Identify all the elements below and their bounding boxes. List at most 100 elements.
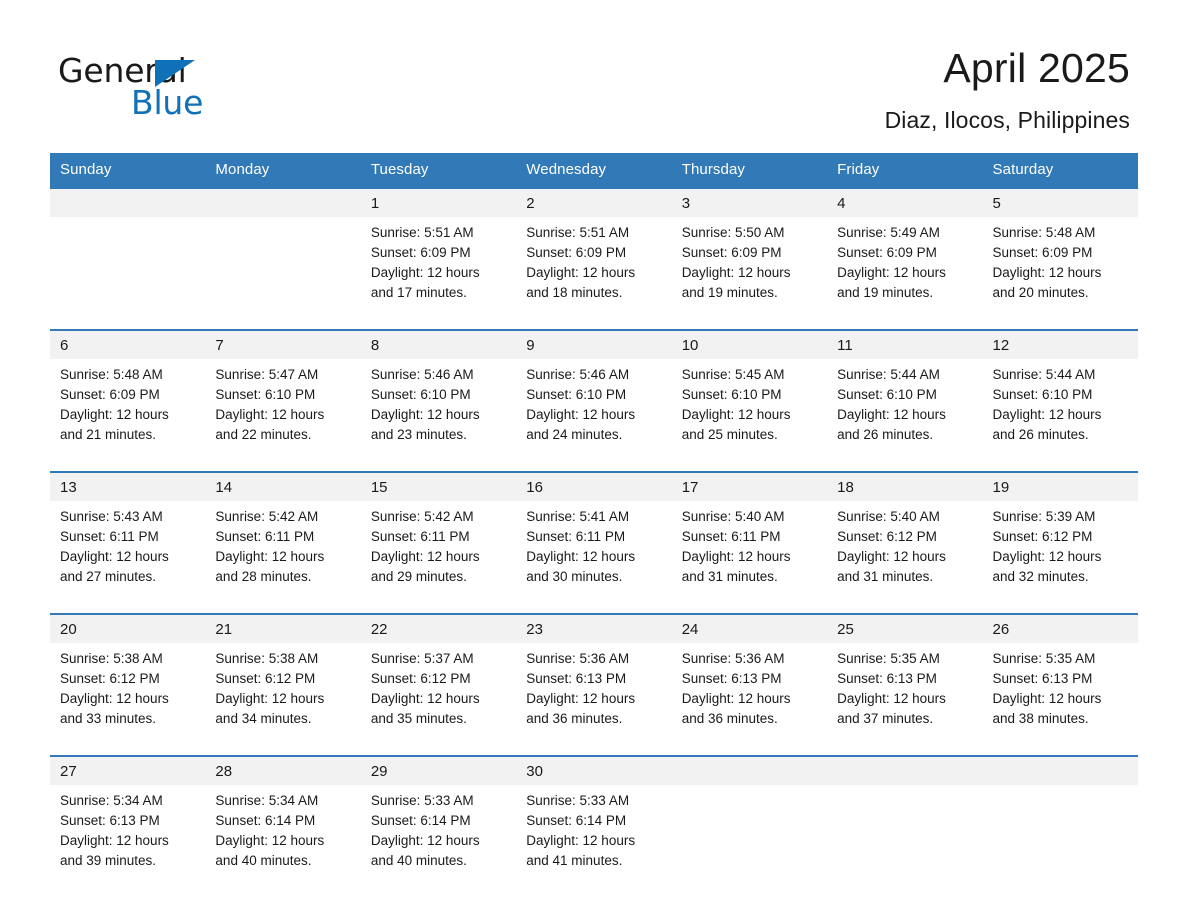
day-daylight-1-text: Daylight: 12 hours <box>215 833 325 849</box>
day-number-wednesday[interactable]: 2 <box>516 187 672 218</box>
day-daylight-1-text: Daylight: 12 hours <box>837 691 946 707</box>
day-number-monday[interactable]: 21 <box>205 613 361 644</box>
day-number-monday[interactable] <box>205 187 361 218</box>
day-number-saturday[interactable]: 12 <box>982 329 1138 360</box>
day-daylight-2-text: and 19 minutes. <box>681 285 778 301</box>
day-cell-monday[interactable]: Sunrise: 5:34 AM Sunset: 6:14 PM Daylight:… <box>205 785 361 880</box>
day-daylight-2-text: and 28 minutes. <box>215 569 312 585</box>
day-number-sunday[interactable] <box>50 187 206 218</box>
day-cell-wednesday[interactable]: Sunrise: 5:41 AM Sunset: 6:11 PM Daylight:… <box>516 501 672 596</box>
day-number-tuesday[interactable]: 8 <box>360 329 517 360</box>
day-cell-thursday[interactable] <box>671 785 828 880</box>
day-cell-saturday[interactable]: Sunrise: 5:48 AM Sunset: 6:09 PM Daylight:… <box>982 217 1138 312</box>
day-daylight-2-text: and 32 minutes. <box>992 569 1089 585</box>
day-cell-monday[interactable] <box>205 217 361 312</box>
day-cell-sunday[interactable]: Sunrise: 5:43 AM Sunset: 6:11 PM Daylight:… <box>50 501 206 596</box>
day-number-thursday[interactable] <box>671 755 828 786</box>
day-number-monday[interactable]: 7 <box>205 329 361 360</box>
day-number-saturday[interactable]: 5 <box>982 187 1138 218</box>
week-separator-spacer <box>50 595 1138 615</box>
day-sunset-text: Sunset: 6:12 PM <box>370 671 471 687</box>
day-cell-saturday[interactable]: Sunrise: 5:44 AM Sunset: 6:10 PM Daylight:… <box>982 359 1138 454</box>
day-cell-tuesday[interactable]: Sunrise: 5:51 AM Sunset: 6:09 PM Daylight:… <box>360 217 517 312</box>
day-number-thursday[interactable]: 10 <box>671 329 828 360</box>
day-cell-wednesday[interactable]: Sunrise: 5:36 AM Sunset: 6:13 PM Daylight:… <box>516 643 672 738</box>
day-daylight-2-text: and 40 minutes. <box>215 853 312 869</box>
day-sunrise-text: Sunrise: 5:45 AM <box>681 367 785 383</box>
day-cell-monday[interactable]: Sunrise: 5:42 AM Sunset: 6:11 PM Daylight:… <box>205 501 361 596</box>
day-number-saturday[interactable]: 19 <box>982 471 1138 502</box>
day-number-saturday[interactable]: 26 <box>982 613 1138 644</box>
day-number-tuesday[interactable]: 1 <box>360 187 517 218</box>
day-number-monday[interactable]: 28 <box>205 755 361 786</box>
day-cell-tuesday[interactable]: Sunrise: 5:33 AM Sunset: 6:14 PM Daylight:… <box>360 785 517 880</box>
weekday-header-row: Sunday Monday Tuesday Wednesday Thursday… <box>50 153 1138 189</box>
day-number-friday[interactable]: 11 <box>827 329 983 360</box>
day-number-thursday[interactable]: 24 <box>671 613 828 644</box>
day-cell-saturday[interactable]: Sunrise: 5:35 AM Sunset: 6:13 PM Daylight:… <box>982 643 1138 738</box>
day-cell-sunday[interactable]: Sunrise: 5:34 AM Sunset: 6:13 PM Daylight:… <box>50 785 206 880</box>
day-daylight-2-text: and 36 minutes. <box>681 711 778 727</box>
day-cell-tuesday[interactable]: Sunrise: 5:46 AM Sunset: 6:10 PM Daylight:… <box>360 359 517 454</box>
day-number-friday[interactable] <box>827 755 983 786</box>
day-number-monday[interactable]: 14 <box>205 471 361 502</box>
day-daylight-1-text: Daylight: 12 hours <box>370 691 480 707</box>
day-daylight-1-text: Daylight: 12 hours <box>526 265 636 281</box>
day-cell-friday[interactable]: Sunrise: 5:44 AM Sunset: 6:10 PM Daylight:… <box>827 359 983 454</box>
day-number-sunday[interactable]: 20 <box>50 613 206 644</box>
day-sunrise-text: Sunrise: 5:37 AM <box>370 651 474 667</box>
day-number-tuesday[interactable]: 15 <box>360 471 517 502</box>
day-number-thursday[interactable]: 17 <box>671 471 828 502</box>
day-number-thursday[interactable]: 3 <box>671 187 828 218</box>
day-cell-sunday[interactable] <box>50 217 206 312</box>
day-cell-thursday[interactable]: Sunrise: 5:50 AM Sunset: 6:09 PM Daylight:… <box>671 217 828 312</box>
day-number-tuesday[interactable]: 29 <box>360 755 517 786</box>
day-sunset-text: Sunset: 6:13 PM <box>526 671 627 687</box>
day-cell-friday[interactable]: Sunrise: 5:40 AM Sunset: 6:12 PM Daylight:… <box>827 501 983 596</box>
day-sunset-text: Sunset: 6:11 PM <box>215 529 315 545</box>
day-daylight-2-text: and 21 minutes. <box>60 427 157 443</box>
day-number-friday[interactable]: 18 <box>827 471 983 502</box>
day-daylight-1-text: Daylight: 12 hours <box>992 549 1102 565</box>
day-cell-thursday[interactable]: Sunrise: 5:45 AM Sunset: 6:10 PM Daylight:… <box>671 359 828 454</box>
day-cell-saturday[interactable]: Sunrise: 5:39 AM Sunset: 6:12 PM Daylight:… <box>982 501 1138 596</box>
week-daynumber-row: 13 14 15 16 17 18 19 <box>50 471 1138 502</box>
day-cell-tuesday[interactable]: Sunrise: 5:42 AM Sunset: 6:11 PM Daylight:… <box>360 501 517 596</box>
day-number-wednesday[interactable]: 23 <box>516 613 672 644</box>
day-cell-wednesday[interactable]: Sunrise: 5:51 AM Sunset: 6:09 PM Daylight:… <box>516 217 672 312</box>
day-sunset-text: Sunset: 6:09 PM <box>526 245 627 261</box>
day-number-friday[interactable]: 4 <box>827 187 983 218</box>
day-cell-thursday[interactable]: Sunrise: 5:40 AM Sunset: 6:11 PM Daylight:… <box>671 501 828 596</box>
day-sunrise-text: Sunrise: 5:34 AM <box>215 793 319 809</box>
day-cell-monday[interactable]: Sunrise: 5:38 AM Sunset: 6:12 PM Daylight:… <box>205 643 361 738</box>
day-cell-friday[interactable]: Sunrise: 5:49 AM Sunset: 6:09 PM Daylight:… <box>827 217 983 312</box>
day-sunrise-text: Sunrise: 5:40 AM <box>681 509 785 525</box>
day-number-wednesday[interactable]: 9 <box>516 329 672 360</box>
day-number-tuesday[interactable]: 22 <box>360 613 517 644</box>
day-cell-friday[interactable] <box>827 785 983 880</box>
day-daylight-1-text: Daylight: 12 hours <box>370 407 480 423</box>
day-number-wednesday[interactable]: 30 <box>516 755 672 786</box>
day-number-wednesday[interactable]: 16 <box>516 471 672 502</box>
day-cell-sunday[interactable]: Sunrise: 5:38 AM Sunset: 6:12 PM Daylight:… <box>50 643 206 738</box>
general-blue-logo[interactable]: General Blue <box>58 44 228 119</box>
day-cell-thursday[interactable]: Sunrise: 5:36 AM Sunset: 6:13 PM Daylight:… <box>671 643 828 738</box>
day-cell-saturday[interactable] <box>982 785 1138 880</box>
day-cell-tuesday[interactable]: Sunrise: 5:37 AM Sunset: 6:12 PM Daylight:… <box>360 643 517 738</box>
day-number-sunday[interactable]: 6 <box>50 329 206 360</box>
day-sunrise-text: Sunrise: 5:36 AM <box>681 651 785 667</box>
day-sunrise-text: Sunrise: 5:35 AM <box>837 651 940 667</box>
day-daylight-2-text: and 24 minutes. <box>526 427 623 443</box>
day-cell-friday[interactable]: Sunrise: 5:35 AM Sunset: 6:13 PM Daylight:… <box>827 643 983 738</box>
day-number-sunday[interactable]: 27 <box>50 755 206 786</box>
day-cell-wednesday[interactable]: Sunrise: 5:46 AM Sunset: 6:10 PM Daylight:… <box>516 359 672 454</box>
day-sunrise-text: Sunrise: 5:36 AM <box>526 651 630 667</box>
day-cell-sunday[interactable]: Sunrise: 5:48 AM Sunset: 6:09 PM Daylight:… <box>50 359 206 454</box>
day-number-friday[interactable]: 25 <box>827 613 983 644</box>
day-sunset-text: Sunset: 6:12 PM <box>60 671 160 687</box>
day-number-sunday[interactable]: 13 <box>50 471 206 502</box>
day-cell-wednesday[interactable]: Sunrise: 5:33 AM Sunset: 6:14 PM Daylight:… <box>516 785 672 880</box>
day-sunrise-text: Sunrise: 5:44 AM <box>837 367 940 383</box>
day-number-saturday[interactable] <box>982 755 1138 786</box>
day-cell-monday[interactable]: Sunrise: 5:47 AM Sunset: 6:10 PM Daylight:… <box>205 359 361 454</box>
